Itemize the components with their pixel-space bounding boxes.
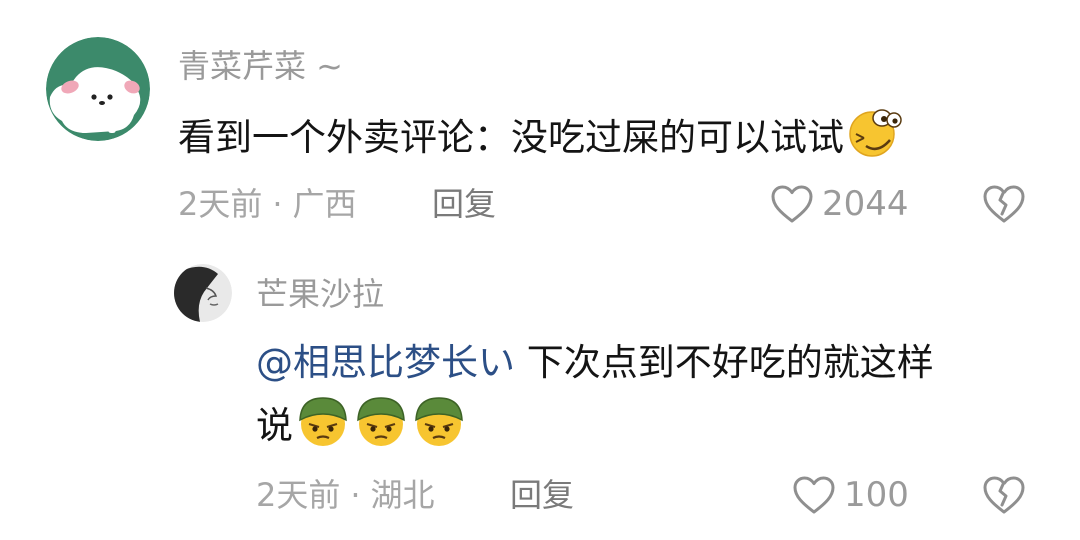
reply-like-button[interactable]: 100 [792, 475, 909, 515]
reply-meta: 2天前 · 湖北 [256, 475, 435, 515]
reply-text-body: 下次点到不好吃的就这样 [515, 341, 934, 384]
reply-like-count: 100 [844, 475, 909, 515]
heart-outline-icon [771, 185, 813, 223]
like-count: 2044 [822, 184, 909, 224]
soldier-helmet-emoji-icon [353, 392, 409, 465]
meta-separator: · [272, 185, 283, 223]
meta-separator: · [350, 476, 361, 514]
comment-text: 看到一个外卖评论：没吃过屎的可以试试 [178, 104, 1058, 177]
comment-username[interactable]: 青菜芹菜 ~ [178, 46, 343, 86]
reply-text-line-2: 说 [256, 392, 1056, 465]
comment-meta: 2天前 · 广西 [178, 184, 357, 224]
heart-outline-icon [793, 476, 835, 514]
comment-location: 广西 [292, 185, 357, 223]
soldier-helmet-emoji-icon [411, 392, 467, 465]
reply-time: 2天前 [256, 476, 341, 514]
reply-button[interactable]: 回复 [432, 184, 496, 224]
comment-time: 2天前 [178, 185, 263, 223]
reply-text-body-2: 说 [256, 404, 293, 447]
reply-text-line-1: @相思比梦长い 下次点到不好吃的就这样 [256, 334, 1056, 392]
broken-heart-icon [983, 185, 1025, 223]
reply-username[interactable]: 芒果沙拉 [256, 274, 384, 314]
dislike-button[interactable] [981, 184, 1027, 228]
reply-dislike-button[interactable] [981, 475, 1027, 519]
soldier-helmet-emoji-icon [295, 392, 351, 465]
avatar[interactable] [46, 37, 150, 141]
reply-avatar[interactable] [174, 264, 232, 322]
broken-heart-icon [983, 476, 1025, 514]
sly-smile-emoji-icon [846, 104, 902, 177]
reply-location: 湖北 [370, 476, 435, 514]
mention-link[interactable]: @相思比梦长い [256, 341, 515, 384]
reply-text: @相思比梦长い 下次点到不好吃的就这样 说 [256, 334, 1056, 465]
comment-text-body: 看到一个外卖评论：没吃过屎的可以试试 [178, 116, 844, 159]
like-button[interactable]: 2044 [770, 184, 909, 224]
reply-reply-button[interactable]: 回复 [510, 475, 574, 515]
